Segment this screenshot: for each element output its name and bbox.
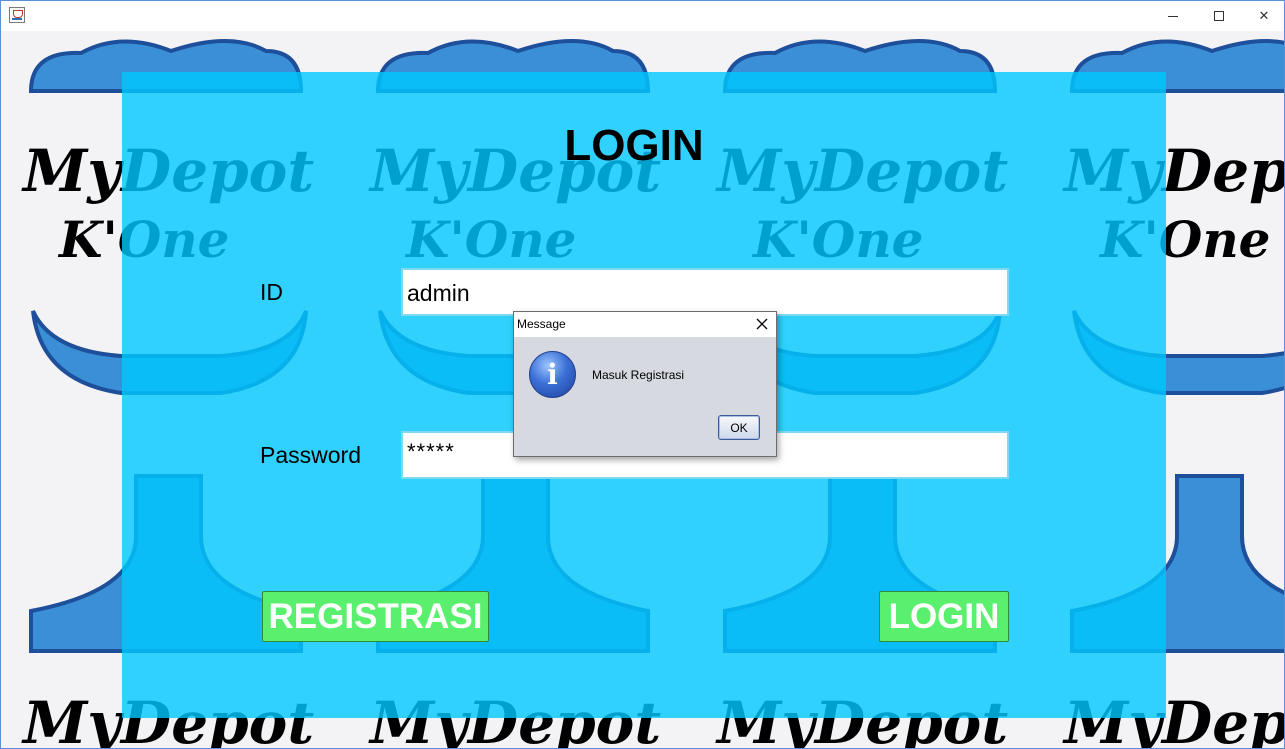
password-label: Password [260, 442, 361, 468]
ok-button[interactable]: OK [718, 415, 760, 440]
close-icon [756, 318, 768, 330]
info-icon: i [529, 351, 576, 398]
message-dialog: Message i Masuk Registrasi OK [513, 311, 777, 457]
login-title: LOGIN [564, 121, 704, 170]
close-icon: ✕ [1258, 8, 1270, 24]
maximize-button[interactable] [1196, 1, 1242, 31]
dialog-titlebar: Message [514, 312, 776, 337]
dialog-close-button[interactable] [750, 313, 774, 335]
registrasi-button[interactable]: REGISTRASI [262, 591, 489, 642]
dialog-title: Message [517, 317, 566, 331]
close-window-button[interactable]: ✕ [1241, 1, 1284, 31]
maximize-icon [1214, 11, 1224, 21]
id-label: ID [260, 279, 283, 305]
application-window: ✕ MyDepotK'OneMyDepotMyDepotK'OneMyDepot… [0, 0, 1285, 749]
minimize-button[interactable] [1150, 1, 1196, 31]
id-input[interactable]: admin [401, 268, 1009, 316]
login-content-area: MyDepotK'OneMyDepotMyDepotK'OneMyDepotMy… [1, 31, 1284, 748]
dialog-message: Masuk Registrasi [592, 368, 685, 382]
window-titlebar: ✕ [1, 1, 1284, 31]
minimize-icon [1168, 15, 1178, 17]
java-app-icon [9, 7, 25, 23]
login-button[interactable]: LOGIN [879, 591, 1009, 642]
